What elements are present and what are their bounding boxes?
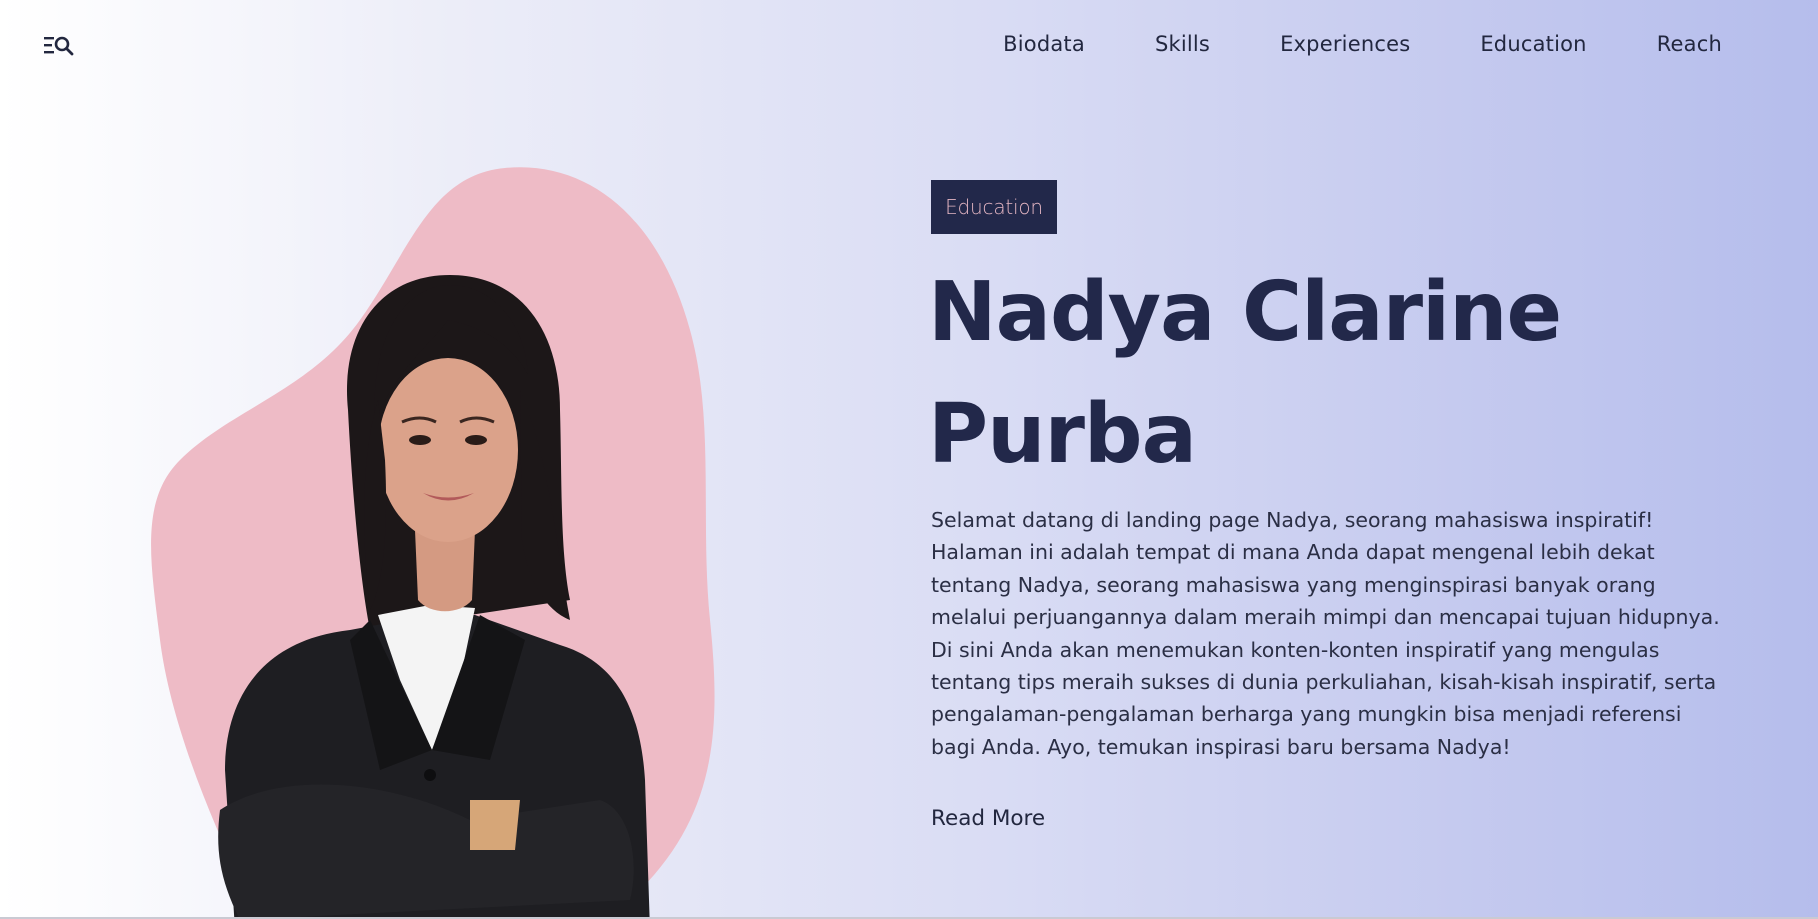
read-more-link[interactable]: Read More	[931, 806, 1045, 831]
menu-search-icon[interactable]	[44, 34, 74, 58]
nav-item-education[interactable]: Education	[1410, 26, 1586, 62]
hero-title-line-1: Nadya Clarine	[928, 265, 1562, 360]
nav-item-experiences[interactable]: Experiences	[1210, 26, 1410, 62]
nav-item-skills[interactable]: Skills	[1085, 26, 1210, 62]
profile-portrait	[130, 160, 750, 919]
hero-description: Selamat datang di landing page Nadya, se…	[931, 508, 1720, 759]
hero-title-line-2: Purba	[928, 387, 1197, 482]
nav-item-biodata[interactable]: Biodata	[1003, 26, 1085, 62]
hero-title: Nadya Clarine Purba	[928, 252, 1688, 496]
hero-section: Biodata Skills Experiences Education Rea…	[0, 0, 1818, 919]
section-badge: Education	[931, 180, 1057, 234]
main-nav: Biodata Skills Experiences Education Rea…	[1003, 26, 1722, 62]
nav-item-reach[interactable]: Reach	[1587, 26, 1722, 62]
